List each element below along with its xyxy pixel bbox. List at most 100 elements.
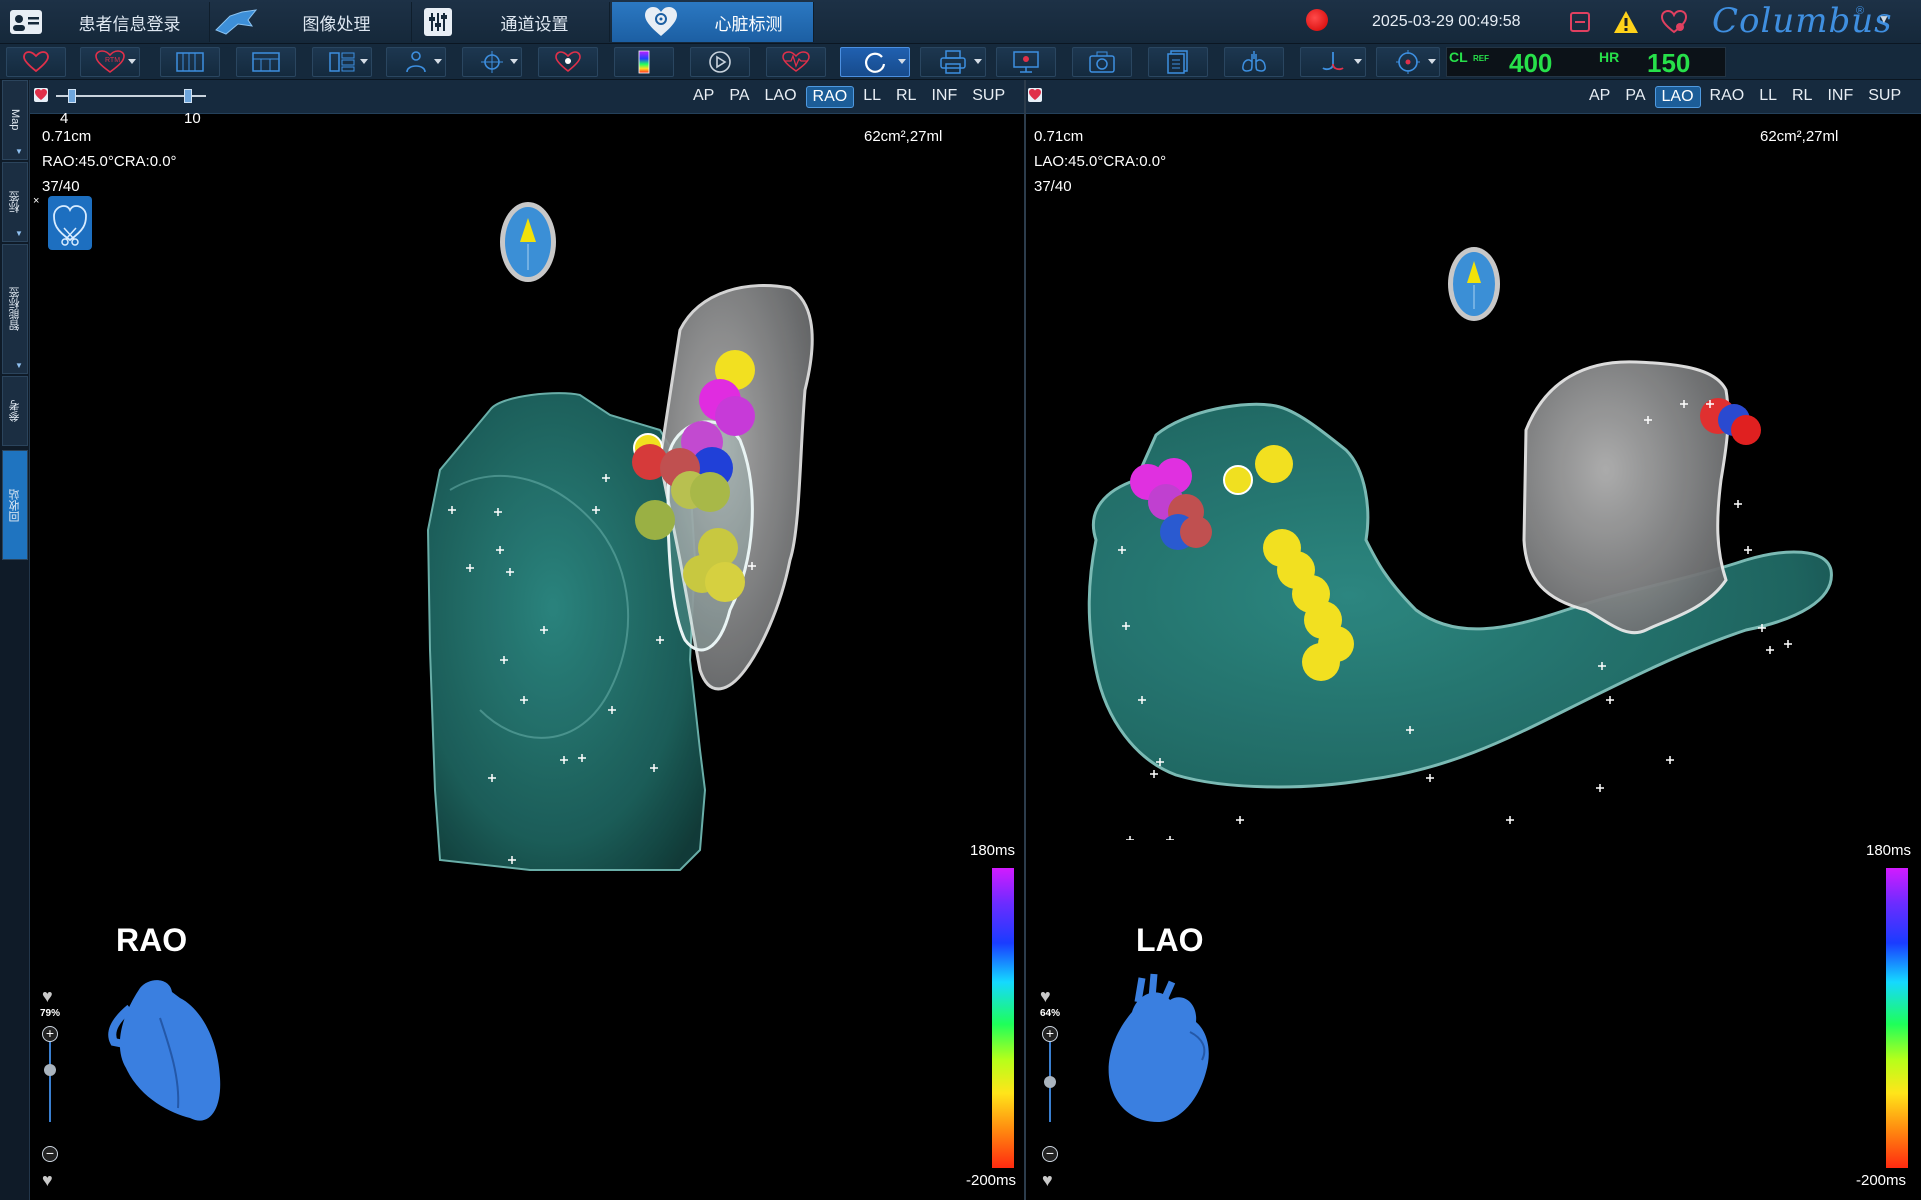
view-lao-button[interactable]: LAO (759, 86, 803, 108)
tab-image-processing[interactable]: 图像处理 (262, 2, 412, 42)
view-rao-button[interactable]: RAO (1704, 86, 1751, 108)
sidebar-tab-smart-tags[interactable]: 智能标签 ▼ (2, 244, 28, 374)
view-rl-button[interactable]: RL (890, 86, 922, 108)
target-button[interactable] (1376, 47, 1440, 77)
view-pa-button[interactable]: PA (723, 86, 755, 108)
sidebar-tab-tags-label: 标签 (9, 191, 21, 213)
view-rao-button[interactable]: RAO (805, 86, 855, 108)
slider-handle-min[interactable] (68, 89, 76, 103)
view-orientation-label: RAO (116, 922, 188, 958)
catheter-button[interactable] (1300, 47, 1366, 77)
warning-icon[interactable] (1608, 4, 1644, 40)
screen-capture-button[interactable] (996, 47, 1056, 77)
view-preset-buttons: AP PA LAO RAO LL RL INF SUP (1580, 86, 1907, 108)
slider-min-value: 4 (60, 110, 69, 127)
rtm-button[interactable]: RTM (80, 47, 140, 77)
left-3d-viewport[interactable]: AP PA LAO RAO LL RL INF SUP 4 10 0.71cm … (30, 80, 1024, 1200)
hr-value: 150 (1647, 48, 1691, 78)
view-heart-icon[interactable] (1028, 88, 1042, 102)
patient-card-icon[interactable] (6, 4, 46, 40)
view-pa-button[interactable]: PA (1619, 86, 1651, 108)
top-bar: 患者信息登录 图像处理 通道设置 心脏标测 2025-03-29 00:49:5… (0, 0, 1921, 44)
view-inf-button[interactable]: INF (925, 86, 963, 108)
rao-chamber-model[interactable] (380, 230, 880, 930)
view-sup-button[interactable]: SUP (1862, 86, 1907, 108)
zoom-in-button[interactable]: + (1042, 1026, 1058, 1042)
tab-channel-settings[interactable]: 通道设置 (460, 2, 610, 42)
angle-readout: RAO:45.0°CRA:0.0° (42, 153, 177, 170)
orientation-heart-model-icon[interactable] (1098, 972, 1228, 1142)
zoom-out-button[interactable]: − (42, 1146, 58, 1162)
camera-button[interactable] (1072, 47, 1132, 77)
crosshair-button[interactable] (462, 47, 522, 77)
view-ap-button[interactable]: AP (1583, 86, 1616, 108)
sidebar-tab-map[interactable]: Map ▼ (2, 80, 28, 160)
datetime: 2025-03-29 00:49:58 (1372, 13, 1521, 30)
sidebar-tab-reference[interactable]: 参考 (2, 376, 28, 446)
view-lao-button[interactable]: LAO (1654, 86, 1701, 108)
heart-map-icon (644, 7, 677, 36)
right-view-header: AP PA LAO RAO LL RL INF SUP (1026, 80, 1921, 114)
view-ll-button[interactable]: LL (857, 86, 887, 108)
expand-arrow-icon: ▼ (15, 229, 23, 238)
ecg-heart-button[interactable] (766, 47, 826, 77)
print-button[interactable] (920, 47, 986, 77)
crosshair-icon (481, 51, 503, 73)
heart-outline-button[interactable] (6, 47, 66, 77)
heart-bottom-icon: ♥ (1042, 1170, 1053, 1190)
heart-alert-icon[interactable] (1656, 4, 1692, 40)
sidebar-tab-smart-tags-label: 智能标签 (9, 287, 21, 331)
zoom-out-button[interactable]: − (1042, 1146, 1058, 1162)
channel-grid-2-button[interactable] (236, 47, 296, 77)
channel-grid-button[interactable] (160, 47, 220, 77)
ecg-heart-icon (782, 51, 810, 72)
document-button[interactable] (1148, 47, 1208, 77)
patient-position-button[interactable] (386, 47, 446, 77)
area-volume-readout: 62cm²,27ml (864, 128, 943, 145)
view-sup-button[interactable]: SUP (966, 86, 1011, 108)
sidebar-tab-recycle-bin[interactable]: 回收站 (2, 450, 28, 560)
screen-record-icon[interactable] (1562, 4, 1598, 40)
dropdown-arrow-icon (1354, 59, 1362, 64)
color-scale-min: -200ms (966, 1172, 1017, 1189)
lungs-button[interactable] (1224, 47, 1284, 77)
rtm-label: RTM (105, 57, 121, 64)
zoom-slider-knob[interactable] (1044, 1076, 1056, 1088)
view-heart-icon[interactable] (34, 88, 48, 102)
zoom-slider-knob[interactable] (44, 1064, 56, 1076)
layout-button[interactable] (312, 47, 372, 77)
record-indicator[interactable] (1306, 9, 1328, 31)
right-3d-viewport[interactable]: AP PA LAO RAO LL RL INF SUP 0.71cm LAO:4… (1026, 80, 1921, 1200)
play-button[interactable] (690, 47, 750, 77)
view-inf-button[interactable]: INF (1821, 86, 1859, 108)
heart-top-icon: ♥ (42, 986, 53, 1006)
sidebar-tab-tags[interactable]: 标签 ▼ (2, 162, 28, 242)
channel-grid-icon (176, 52, 204, 72)
orientation-heart-model-icon[interactable] (100, 968, 240, 1138)
dropdown-arrow-icon (510, 59, 518, 64)
angle-readout: LAO:45.0°CRA:0.0° (1034, 153, 1167, 170)
tab-patient-info[interactable]: 患者信息登录 (50, 2, 210, 42)
dropdown-arrow-icon (1428, 59, 1436, 64)
lao-chamber-model[interactable] (1066, 280, 1906, 840)
left-view-header: AP PA LAO RAO LL RL INF SUP (30, 80, 1024, 114)
channel-settings-icon[interactable] (418, 4, 458, 40)
heart-point-button[interactable] (538, 47, 598, 77)
view-rl-button[interactable]: RL (1786, 86, 1818, 108)
color-bar-button[interactable] (614, 47, 674, 77)
view-ll-button[interactable]: LL (1753, 86, 1783, 108)
slider-max-value: 10 (184, 110, 201, 127)
view-preset-buttons: AP PA LAO RAO LL RL INF SUP (684, 86, 1011, 108)
zoom-in-button[interactable]: + (42, 1026, 58, 1042)
heart-bottom-icon: ♥ (42, 1170, 53, 1190)
zoom-slider-track[interactable] (49, 1042, 51, 1122)
rotate-tool-button[interactable] (840, 47, 910, 77)
image-processing-icon[interactable] (212, 4, 262, 40)
brand-menu-chevron-icon[interactable]: ▼ (1878, 12, 1890, 26)
close-tool-icon[interactable]: × (33, 195, 39, 207)
slider-handle-max[interactable] (184, 89, 192, 103)
tab-cardiac-mapping[interactable]: 心脏标测 (612, 2, 814, 42)
activation-color-bar (1886, 868, 1908, 1168)
heart-scissors-tool-icon[interactable] (48, 196, 92, 250)
view-ap-button[interactable]: AP (687, 86, 720, 108)
